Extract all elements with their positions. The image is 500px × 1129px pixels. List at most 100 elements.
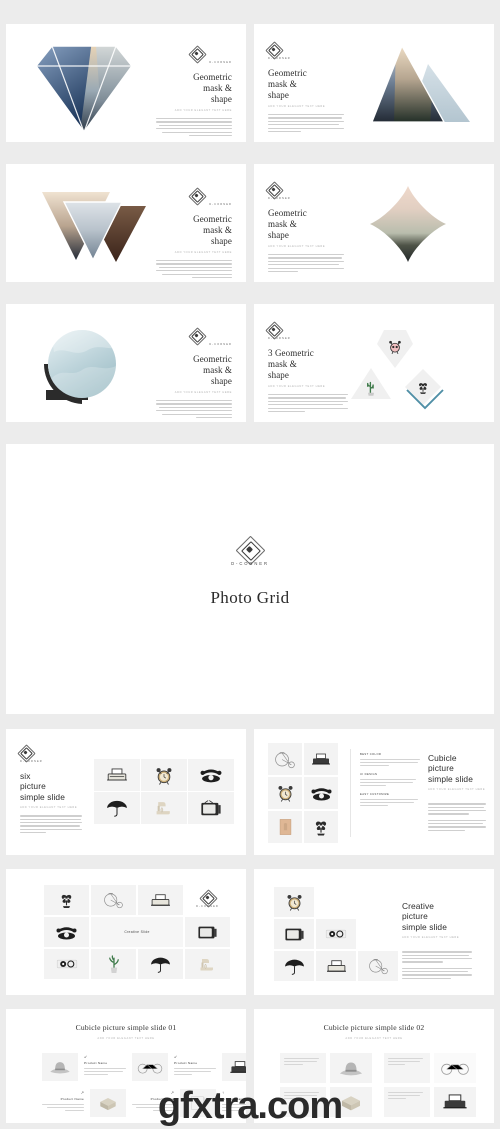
slide-cubicle-02[interactable]: Cubicle picture simple slide 02 ADD YOUR…: [254, 1009, 494, 1123]
tile-retro-tv[interactable]: [274, 919, 314, 949]
tile-rotary-phone[interactable]: [304, 777, 338, 809]
umbrella-icon: [284, 959, 304, 975]
tile-picture-frame[interactable]: [268, 811, 302, 843]
body-text: [268, 394, 348, 413]
slide-deck-preview: D-CORNER Geometric mask & shape ADD YOUR…: [0, 0, 500, 1129]
bicycle-icon: [441, 1063, 469, 1075]
tile-typewriter[interactable]: [94, 759, 140, 791]
canvas-icon: [191, 1096, 206, 1112]
slide-creative-picture[interactable]: Creative picture simple slide ADD YOUR E…: [254, 869, 494, 995]
tile-retro-tv[interactable]: [188, 792, 234, 824]
product-cell[interactable]: [280, 1087, 372, 1117]
tile-alarm-clock[interactable]: [141, 759, 187, 791]
penny-farthing-icon: [275, 751, 295, 768]
brand-logo: D-CORNER: [156, 45, 232, 64]
slide-title: Geometric mask & shape: [193, 354, 232, 386]
slide-subtitle: ADD YOUR ELEGANT TEXT HERE: [174, 251, 232, 254]
body-text: [156, 400, 232, 419]
page-title: Photo Grid: [210, 588, 290, 607]
tile-stand-mixer[interactable]: [185, 949, 230, 979]
bicycle-icon: [137, 1063, 163, 1073]
tile-rotary-phone[interactable]: [44, 917, 89, 947]
tile-umbrella[interactable]: [274, 951, 314, 981]
tile-bicycle[interactable]: [434, 1053, 476, 1083]
slide-three-geometric[interactable]: D-CORNER 3 Geometric mask & shape ADD YO…: [254, 304, 494, 422]
slide-subtitle: ADD YOUR ELEGANT TEXT HERE: [20, 806, 78, 810]
slide-subtitle: ADD YOUR ELEGANT TEXT HERE: [268, 105, 326, 108]
box-icon: [342, 1096, 360, 1111]
tile-umbrella[interactable]: [138, 949, 183, 979]
slide-title-photo-grid[interactable]: D-CORNER Photo Grid: [6, 444, 494, 714]
tile-canvas[interactable]: [180, 1089, 216, 1117]
typewriter-icon: [230, 1060, 246, 1073]
product-cell[interactable]: [384, 1087, 476, 1117]
tile-empty: [358, 887, 398, 917]
diamond-logo-icon: [188, 187, 207, 206]
slide-geometric-circle[interactable]: D-CORNER Geometric mask & shape ADD YOUR…: [6, 304, 246, 422]
slide-subtitle: ADD YOUR ELEGANT TEXT HERE: [174, 109, 232, 112]
product-cell[interactable]: [384, 1053, 476, 1083]
slide-creative-grid[interactable]: D-CORNER Creative Slide: [6, 869, 246, 995]
slide-geometric-diamond[interactable]: D-CORNER Geometric mask & shape ADD YOUR…: [6, 24, 246, 142]
tile-umbrella[interactable]: [94, 792, 140, 824]
arrow-icon: ↙: [174, 1054, 178, 1059]
slide-geometric-inverted-triangles[interactable]: D-CORNER Geometric mask & shape ADD YOUR…: [6, 164, 246, 282]
slide-geometric-round-diamond[interactable]: D-CORNER Geometric mask & shape ADD YOUR…: [254, 164, 494, 282]
slide-title: Geometric mask & shape: [268, 208, 307, 240]
product-block: ↗ Product Name: [132, 1089, 174, 1113]
body-text: [402, 951, 472, 980]
diamond-logo-icon: [265, 321, 284, 340]
slide-title: Geometric mask & shape: [268, 68, 307, 100]
tile-box[interactable]: [90, 1089, 126, 1117]
slide-geometric-triangle[interactable]: D-CORNER Geometric mask & shape ADD YOUR…: [254, 24, 494, 142]
tile-alarm-clock[interactable]: [268, 777, 302, 809]
tile-fan[interactable]: [304, 811, 338, 843]
tile-film-reel[interactable]: [44, 949, 89, 979]
brand-wordmark: D-CORNER: [209, 343, 232, 346]
tile-alarm-clock[interactable]: [274, 887, 314, 917]
slide-subtitle: ADD YOUR ELEGANT TEXT HERE: [174, 391, 232, 394]
tile-box[interactable]: [330, 1087, 372, 1117]
tile-typewriter[interactable]: [316, 951, 356, 981]
brand-logo: D-CORNER: [231, 535, 269, 566]
diamond-logo-icon: [199, 889, 218, 908]
tile-penny-farthing[interactable]: [268, 743, 302, 775]
diamond-logo-icon: [188, 45, 207, 64]
tile-typewriter[interactable]: [434, 1087, 476, 1117]
tile-rotary-phone[interactable]: [188, 759, 234, 791]
body-text: [20, 815, 82, 834]
tile-bicycle[interactable]: [132, 1053, 168, 1081]
tile-retro-tv[interactable]: [185, 917, 230, 947]
tile-penny-farthing[interactable]: [358, 951, 398, 981]
slide-cubicle-picture[interactable]: BEST COLOR UI DESIGN EASY CUSTOMIZE Cubi…: [254, 729, 494, 855]
slide-title: 3 Geometric mask & shape: [268, 348, 314, 380]
tile-typewriter[interactable]: [222, 1053, 246, 1081]
bowler-hat-icon: [50, 1062, 70, 1074]
tile-typewriter[interactable]: [138, 885, 183, 915]
slide-six-picture[interactable]: D-CORNER six picture simple slide ADD YO…: [6, 729, 246, 855]
tile-bowler-hat[interactable]: [42, 1053, 78, 1081]
tile-typewriter[interactable]: [304, 743, 338, 775]
tile-penny-farthing[interactable]: [91, 885, 136, 915]
arrow-icon: ↗: [170, 1090, 174, 1095]
tile-potted-plant[interactable]: [91, 949, 136, 979]
film-reel-icon: [56, 959, 77, 969]
brand-wordmark: D-CORNER: [268, 197, 291, 200]
diamond-logo-icon: [265, 181, 284, 200]
alarm-clock-icon: [277, 785, 293, 802]
tile-stand-mixer[interactable]: [141, 792, 187, 824]
tile-film-reel[interactable]: [316, 919, 356, 949]
list-item: UI DESIGN: [360, 773, 420, 787]
brand-wordmark: D-CORNER: [20, 760, 43, 763]
slide-subtitle: ADD YOUR ELEGANT TEXT HERE: [268, 385, 326, 388]
round-diamond-mask-shape: [370, 186, 446, 262]
product-text: [280, 1087, 326, 1117]
diamond-logo-icon: [188, 327, 207, 346]
tile-bowler-hat[interactable]: [330, 1053, 372, 1083]
product-grid: [280, 1053, 476, 1117]
tile-fan[interactable]: [44, 885, 89, 915]
alarm-clock-icon: [156, 767, 172, 785]
slide-cubicle-01[interactable]: Cubicle picture simple slide 01 ADD YOUR…: [6, 1009, 246, 1123]
product-cell[interactable]: [280, 1053, 372, 1083]
shape-diamond-alarm-clock: [377, 330, 413, 368]
